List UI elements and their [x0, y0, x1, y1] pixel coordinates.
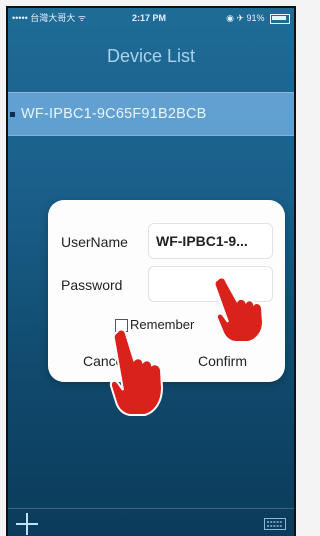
status-bar: ••••• 台灣大哥大 ᯤ 2:17 PM ◉ ✈ 91% — [8, 8, 294, 28]
pointing-hand-icon — [213, 276, 265, 343]
add-icon[interactable] — [16, 513, 38, 535]
confirm-button[interactable]: Confirm — [198, 353, 247, 369]
password-label: Password — [61, 277, 123, 293]
username-label: UserName — [61, 234, 128, 250]
bullet-icon — [10, 111, 15, 117]
battery-icon — [270, 13, 290, 24]
device-list-item[interactable]: WF-IPBC1-9C65F91B2BCB — [8, 92, 294, 136]
bottom-toolbar — [8, 508, 294, 536]
device-name: WF-IPBC1-9C65F91B2BCB — [21, 106, 207, 122]
carrier-label: ••••• 台灣大哥大 ᯤ — [12, 13, 86, 23]
clock: 2:17 PM — [132, 13, 167, 23]
keyboard-icon[interactable] — [264, 518, 286, 530]
page-title: Device List — [106, 45, 196, 66]
status-right: ◉ ✈ 91% — [226, 8, 290, 28]
username-field[interactable]: WF-IPBC1-9... — [148, 223, 273, 259]
status-indicators: ◉ ✈ 91% — [226, 13, 265, 23]
nav-bar: Device List — [8, 28, 294, 84]
pointing-hand-icon — [109, 328, 164, 416]
phone-screen: ••••• 台灣大哥大 ᯤ 2:17 PM ◉ ✈ 91% Device Lis… — [6, 6, 296, 536]
